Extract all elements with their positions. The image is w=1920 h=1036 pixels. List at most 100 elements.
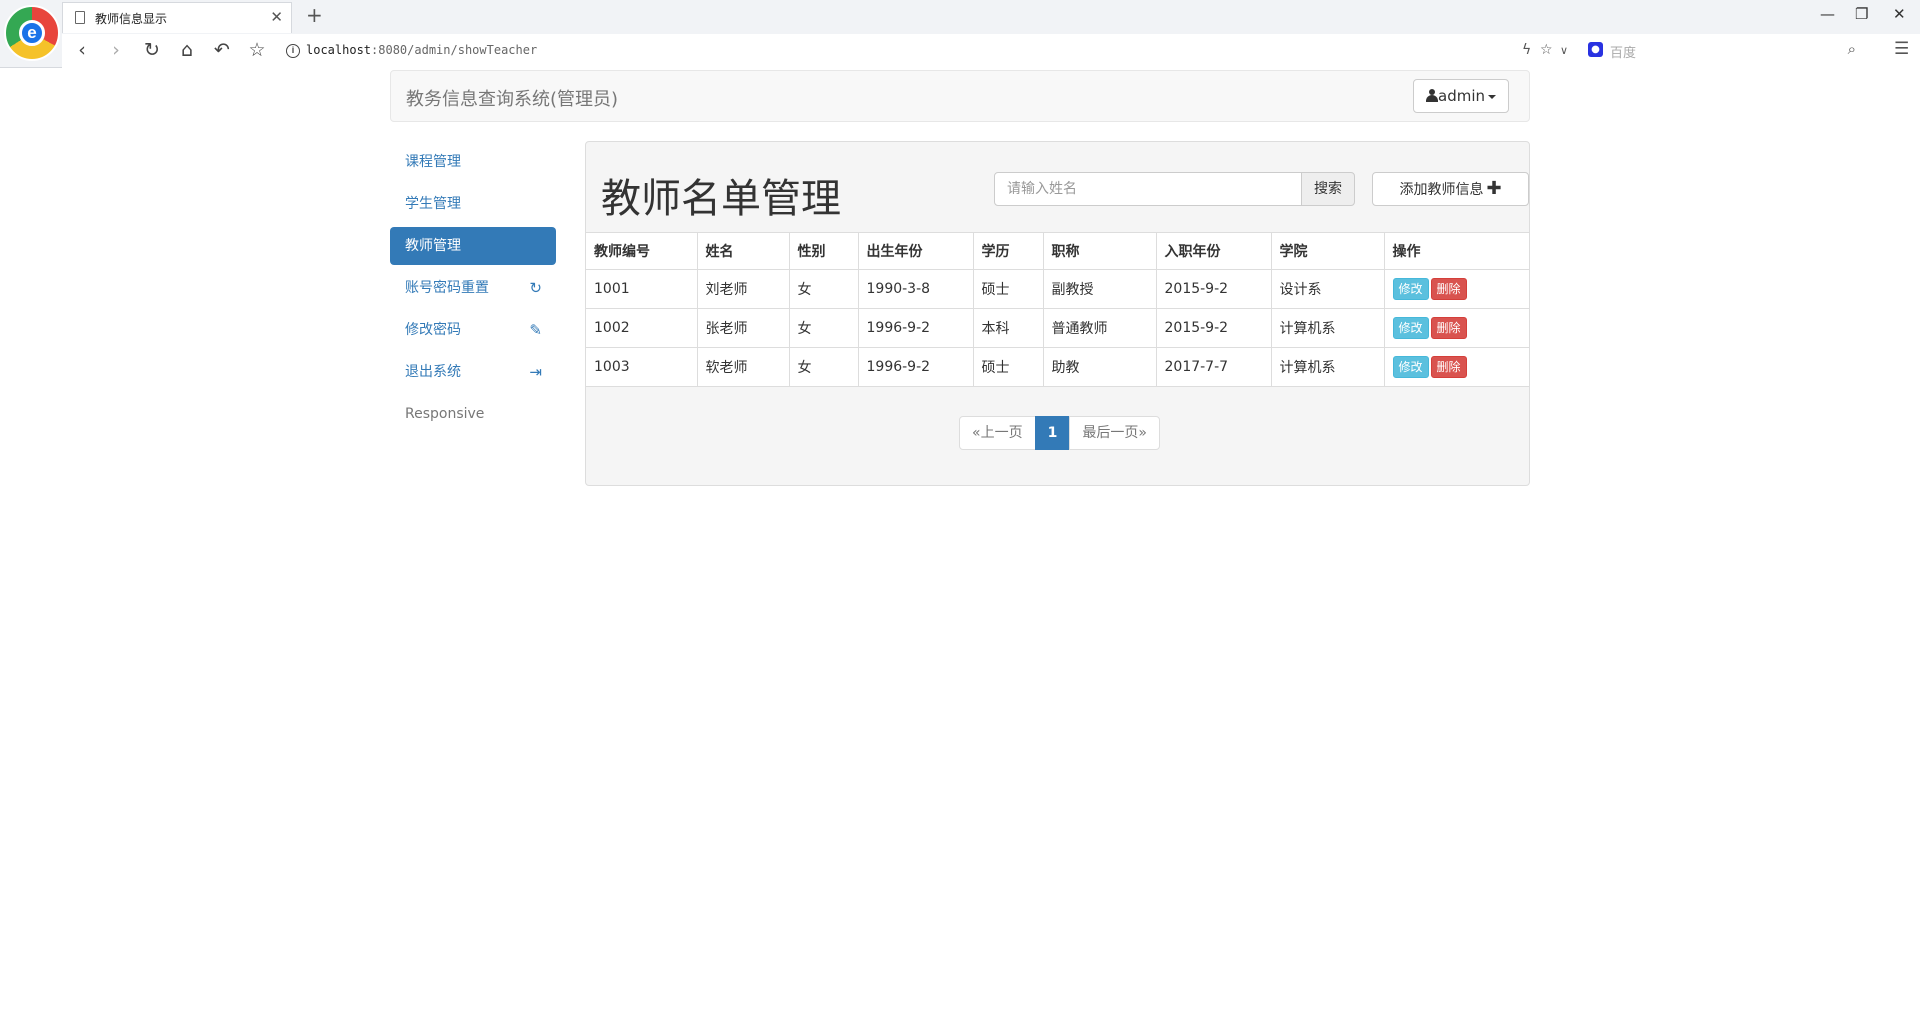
sidebar-item-label: 账号密码重置: [405, 280, 489, 296]
table-cell: 副教授: [1042, 269, 1157, 309]
table-cell: 1996-9-2: [857, 308, 974, 348]
add-teacher-button[interactable]: 添加教师信息 ✚: [1372, 172, 1529, 206]
logout-icon: ⇥: [529, 363, 542, 381]
table-cell: 1002: [586, 308, 698, 348]
search-button[interactable]: 搜索: [1301, 172, 1355, 206]
browser-toolbar: ‹ › ↻ ⌂ ↶ ☆ i localhost:8080/admin/showT…: [62, 34, 1920, 68]
table-cell: 张老师: [696, 308, 790, 348]
browser-search-box[interactable]: ● 百度 ⌕: [1588, 39, 1856, 63]
actions-cell: 修改 删除: [1383, 269, 1529, 309]
search-icon[interactable]: ⌕: [1848, 40, 1856, 58]
current-page-button[interactable]: 1: [1034, 416, 1071, 450]
edit-button[interactable]: 修改: [1392, 356, 1429, 378]
user-icon: [1426, 89, 1438, 102]
delete-button[interactable]: 删除: [1430, 356, 1467, 378]
plus-icon: ✚: [1486, 178, 1502, 199]
sidebar-item-label: 学生管理: [405, 196, 461, 212]
sidebar-item-label: Responsive: [405, 406, 485, 422]
table-cell: 计算机系: [1270, 308, 1385, 348]
lightning-icon[interactable]: ϟ: [1522, 42, 1531, 58]
table-cell: 计算机系: [1270, 347, 1385, 387]
column-header: 性别: [788, 232, 859, 270]
column-header: 学历: [972, 232, 1044, 270]
teacher-table: 教师编号 姓名 性别 出生年份 学历 职称 入职年份 学院 操作 1001 刘老…: [586, 232, 1529, 387]
sidebar-item-reset-password[interactable]: 账号密码重置 ↻: [390, 269, 556, 307]
table-cell: 普通教师: [1042, 308, 1157, 348]
table-cell: 软老师: [696, 347, 790, 387]
table-cell: 设计系: [1270, 269, 1385, 309]
chevron-down-icon[interactable]: ∨: [1560, 44, 1568, 57]
sidebar-item-students[interactable]: 学生管理: [390, 185, 556, 223]
edit-button[interactable]: 修改: [1392, 278, 1429, 300]
search-input[interactable]: [994, 172, 1302, 206]
address-bar[interactable]: localhost:8080/admin/showTeacher: [306, 43, 537, 57]
table-cell: 女: [788, 269, 859, 309]
site-info-icon[interactable]: i: [286, 44, 300, 58]
new-tab-icon[interactable]: +: [306, 5, 323, 25]
sidebar-item-change-password[interactable]: 修改密码 ✎: [390, 311, 556, 349]
prev-page-button[interactable]: «上一页: [959, 416, 1036, 450]
forward-icon[interactable]: ›: [104, 39, 128, 63]
table-cell: 2015-9-2: [1155, 269, 1272, 309]
delete-button[interactable]: 删除: [1430, 278, 1467, 300]
table-row: 1002 张老师 女 1996-9-2 本科 普通教师 2015-9-2 计算机…: [586, 308, 1529, 348]
add-teacher-label: 添加教师信息: [1399, 182, 1484, 198]
table-cell: 助教: [1042, 347, 1157, 387]
brand-title[interactable]: 教务信息查询系统(管理员): [406, 85, 618, 111]
sidebar-item-label: 退出系统: [405, 364, 461, 380]
top-navbar: 教务信息查询系统(管理员) admin: [390, 70, 1530, 122]
table-cell: 1996-9-2: [857, 347, 974, 387]
url-path: :8080/admin/showTeacher: [371, 43, 538, 57]
user-name: admin: [1438, 87, 1485, 105]
sidebar-item-courses[interactable]: 课程管理: [390, 143, 556, 181]
table-cell: 硕士: [972, 347, 1044, 387]
table-cell: 2015-9-2: [1155, 308, 1272, 348]
browser-logo-icon: e: [4, 5, 60, 61]
column-header: 教师编号: [586, 232, 698, 270]
actions-cell: 修改 删除: [1383, 308, 1529, 348]
table-cell: 1001: [586, 269, 698, 309]
restore-icon[interactable]: ❐: [1855, 5, 1868, 23]
column-header: 出生年份: [857, 232, 974, 270]
tab-strip: 教师信息显示 ✕ +: [62, 0, 1920, 33]
browser-tab[interactable]: 教师信息显示 ✕: [62, 2, 292, 33]
last-page-button[interactable]: 最后一页»: [1069, 416, 1160, 450]
column-header: 姓名: [696, 232, 790, 270]
table-cell: 本科: [972, 308, 1044, 348]
table-row: 1003 软老师 女 1996-9-2 硕士 助教 2017-7-7 计算机系 …: [586, 347, 1529, 387]
baidu-icon: ●: [1588, 42, 1603, 57]
edit-button[interactable]: 修改: [1392, 317, 1429, 339]
favorite-icon[interactable]: ☆: [1540, 42, 1553, 58]
main-panel: 教师名单管理 搜索 添加教师信息✚ 教师编号 姓名 性别 出生年份 学历 职称 …: [585, 141, 1530, 486]
column-header: 操作: [1383, 232, 1529, 270]
column-header: 职称: [1042, 232, 1157, 270]
user-dropdown-button[interactable]: admin: [1413, 79, 1509, 113]
table-cell: 女: [788, 308, 859, 348]
delete-button[interactable]: 删除: [1430, 317, 1467, 339]
sidebar-item-label: 修改密码: [405, 322, 461, 338]
back-icon[interactable]: ‹: [70, 39, 94, 63]
bookmark-star-icon[interactable]: ☆: [245, 39, 269, 63]
window-close-icon[interactable]: ✕: [1893, 5, 1906, 23]
table-cell: 女: [788, 347, 859, 387]
menu-icon[interactable]: ☰: [1894, 39, 1909, 59]
minimize-icon[interactable]: —: [1820, 5, 1835, 23]
table-header-row: 教师编号 姓名 性别 出生年份 学历 职称 入职年份 学院 操作: [586, 232, 1529, 270]
undo-icon[interactable]: ↶: [210, 39, 234, 63]
home-icon[interactable]: ⌂: [175, 39, 199, 63]
table-cell: 1990-3-8: [857, 269, 974, 309]
table-row: 1001 刘老师 女 1990-3-8 硕士 副教授 2015-9-2 设计系 …: [586, 269, 1529, 309]
table-cell: 2017-7-7: [1155, 347, 1272, 387]
pagination: «上一页 1 最后一页»: [959, 416, 1160, 450]
sidebar-item-responsive[interactable]: Responsive: [390, 395, 556, 433]
sidebar-item-teachers[interactable]: 教师管理: [390, 227, 556, 265]
reload-icon[interactable]: ↻: [140, 39, 164, 63]
sidebar-item-logout[interactable]: 退出系统 ⇥: [390, 353, 556, 391]
close-tab-icon[interactable]: ✕: [270, 8, 283, 26]
caret-down-icon: [1488, 94, 1496, 99]
browser-chrome: e 教师信息显示 ✕ + — ❐ ✕ ‹ › ↻ ⌂ ↶ ☆ i localho…: [0, 0, 1920, 68]
page-icon: [75, 11, 85, 24]
column-header: 入职年份: [1155, 232, 1272, 270]
actions-cell: 修改 删除: [1383, 347, 1529, 387]
refresh-icon: ↻: [529, 279, 542, 297]
